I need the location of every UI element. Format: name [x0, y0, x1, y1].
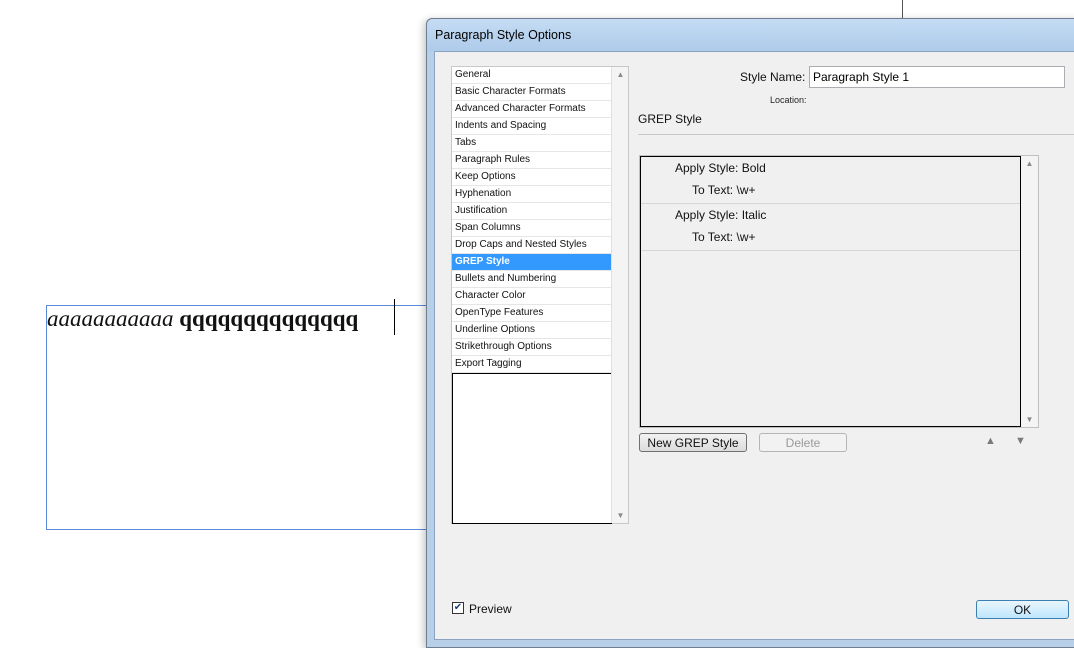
- category-item[interactable]: Drop Caps and Nested Styles: [452, 237, 612, 254]
- move-down-icon[interactable]: ▼: [1015, 435, 1026, 447]
- to-text-line: To Text: \w+: [692, 183, 756, 197]
- apply-style-line: Apply Style: Italic: [675, 208, 766, 222]
- italic-text: aaaaaaaaaaa: [47, 306, 174, 331]
- preview-label: Preview: [469, 602, 512, 616]
- checkmark-icon: ✔: [453, 602, 463, 613]
- apply-style-label: Apply Style:: [675, 161, 739, 175]
- grep-style-list[interactable]: Apply Style: Bold To Text: \w+ Apply Sty…: [640, 156, 1021, 427]
- category-item[interactable]: Advanced Character Formats: [452, 101, 612, 118]
- section-divider: [638, 134, 1074, 135]
- category-item[interactable]: Keep Options: [452, 169, 612, 186]
- dialog-titlebar[interactable]: Paragraph Style Options: [427, 19, 1074, 51]
- grep-style-entry[interactable]: Apply Style: Bold To Text: \w+: [641, 157, 1020, 204]
- category-item[interactable]: Bullets and Numbering: [452, 271, 612, 288]
- new-grep-style-button[interactable]: New GREP Style: [639, 433, 747, 452]
- category-item[interactable]: Span Columns: [452, 220, 612, 237]
- ok-button[interactable]: OK: [976, 600, 1069, 619]
- category-scrollbar[interactable]: ▲ ▼: [611, 67, 628, 523]
- category-item[interactable]: Export Tagging: [452, 356, 612, 373]
- to-text-label: To Text:: [692, 183, 734, 197]
- category-item[interactable]: Character Color: [452, 288, 612, 305]
- move-up-icon[interactable]: ▲: [985, 435, 996, 447]
- apply-style-label: Apply Style:: [675, 208, 739, 222]
- location-label: Location:: [770, 95, 807, 105]
- category-empty-area: [452, 373, 612, 524]
- dialog-title: Paragraph Style Options: [435, 28, 572, 42]
- apply-style-value[interactable]: Bold: [742, 161, 766, 175]
- triangle-up-icon[interactable]: ▲: [1021, 159, 1038, 168]
- grep-style-box: Apply Style: Bold To Text: \w+ Apply Sty…: [639, 155, 1039, 428]
- category-item[interactable]: Hyphenation: [452, 186, 612, 203]
- apply-style-value[interactable]: Italic: [742, 208, 767, 222]
- category-item[interactable]: Strikethrough Options: [452, 339, 612, 356]
- category-item[interactable]: Indents and Spacing: [452, 118, 612, 135]
- section-title: GREP Style: [638, 112, 702, 126]
- category-item[interactable]: Justification: [452, 203, 612, 220]
- category-item[interactable]: GREP Style: [452, 254, 612, 271]
- category-item[interactable]: Basic Character Formats: [452, 84, 612, 101]
- category-item[interactable]: General: [452, 67, 612, 84]
- style-name-input[interactable]: [809, 66, 1065, 88]
- category-item[interactable]: Paragraph Rules: [452, 152, 612, 169]
- text-frame[interactable]: [46, 305, 446, 530]
- to-text-line: To Text: \w+: [692, 230, 756, 244]
- dialog-client-area: General Basic Character Formats Advanced C…: [434, 51, 1074, 640]
- to-text-value[interactable]: \w+: [736, 183, 755, 197]
- to-text-value[interactable]: \w+: [736, 230, 755, 244]
- guide-line: [902, 0, 903, 18]
- bold-text: qqqqqqqqqqqqqq: [179, 306, 359, 331]
- preview-checkbox[interactable]: ✔: [452, 602, 464, 614]
- paragraph-style-options-dialog: Paragraph Style Options General Basic Cha…: [426, 18, 1074, 648]
- grep-scrollbar[interactable]: ▲ ▼: [1021, 156, 1038, 427]
- category-item[interactable]: OpenType Features: [452, 305, 612, 322]
- grep-style-entry[interactable]: Apply Style: Italic To Text: \w+: [641, 204, 1020, 251]
- triangle-down-icon[interactable]: ▼: [1021, 415, 1038, 424]
- triangle-down-icon[interactable]: ▼: [612, 511, 629, 520]
- style-name-label: Style Name:: [740, 70, 806, 84]
- category-item[interactable]: Underline Options: [452, 322, 612, 339]
- document-text[interactable]: aaaaaaaaaaa qqqqqqqqqqqqqq: [47, 305, 358, 333]
- category-item[interactable]: Tabs: [452, 135, 612, 152]
- to-text-label: To Text:: [692, 230, 734, 244]
- category-items: General Basic Character Formats Advanced C…: [452, 67, 612, 373]
- text-cursor: [394, 299, 395, 335]
- apply-style-line: Apply Style: Bold: [675, 161, 766, 175]
- delete-button[interactable]: Delete: [759, 433, 847, 452]
- category-list[interactable]: General Basic Character Formats Advanced C…: [451, 66, 629, 524]
- triangle-up-icon[interactable]: ▲: [612, 70, 629, 79]
